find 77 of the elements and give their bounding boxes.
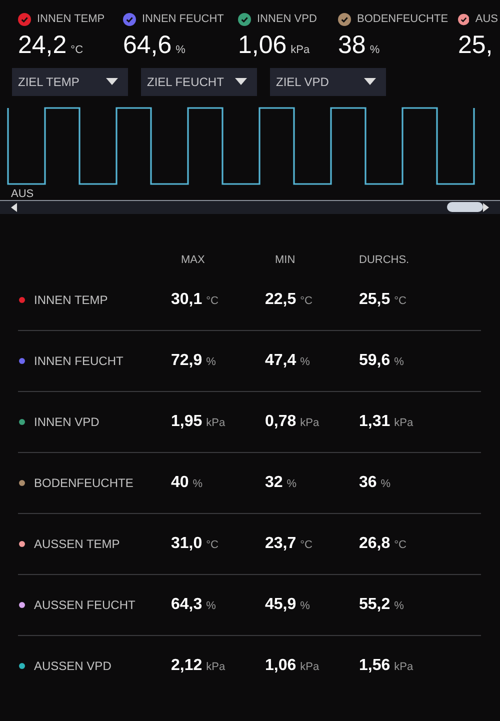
unit-label: kPa (206, 660, 226, 675)
stat-value: 23,7 (265, 534, 296, 554)
stat-value: 1,06 (265, 656, 296, 676)
stat-value: 0,78 (265, 412, 296, 432)
sensor-value: 24,2 (18, 30, 67, 60)
unit-label: % (176, 42, 186, 58)
left-arrow-icon[interactable] (11, 202, 17, 212)
sensor-label: AUS (475, 12, 498, 27)
stat-value: 22,5 (265, 290, 296, 310)
sensor-label: INNEN FEUCHT (142, 12, 224, 27)
unit-label: % (300, 598, 310, 614)
stat-value: 25,5 (359, 290, 390, 310)
stat-value: 72,9 (171, 350, 202, 370)
unit-label: % (206, 598, 216, 614)
sensor-value: 38 (338, 30, 366, 60)
unit-label: % (286, 476, 297, 492)
caret-icon (106, 78, 118, 85)
stat-value: 26,8 (359, 534, 390, 554)
row-label: AUSSEN FEUCHT (34, 596, 136, 614)
stat-value: 1,56 (359, 656, 390, 676)
unit-label: °C (394, 538, 406, 552)
stat-value: 64,3 (171, 594, 202, 614)
stat-value: 32 (265, 472, 283, 492)
scroll-thumb[interactable] (447, 202, 483, 212)
sensor-value: 64,6 (123, 30, 172, 60)
axis-label: AUS (10, 188, 34, 200)
unit-label: kPa (206, 416, 226, 430)
unit-label: °C (300, 294, 312, 308)
column-header: DURCHS. (359, 253, 410, 268)
sensor-label: INNEN VPD (257, 12, 317, 27)
stat-value: 1,31 (359, 412, 390, 432)
unit-label: % (370, 42, 380, 58)
scrollbar[interactable] (0, 200, 500, 214)
unit-label: °C (206, 294, 218, 308)
sensor-label: INNEN TEMP (37, 12, 105, 27)
stat-value: 47,4 (265, 350, 296, 370)
dropdown[interactable]: ZIEL FEUCHT (141, 68, 257, 96)
column-header: MIN (275, 253, 296, 268)
caret-icon (364, 78, 376, 85)
unit-label: % (300, 354, 310, 370)
unit-label: kPa (300, 416, 320, 430)
stat-value: 31,0 (171, 534, 202, 554)
stat-value: 45,9 (265, 594, 296, 614)
row-label: AUSSEN VPD (34, 658, 112, 675)
dropdown[interactable]: ZIEL TEMP (12, 68, 128, 96)
unit-label: % (394, 598, 404, 614)
sensor-value: 1,06 (238, 30, 287, 60)
unit-label: °C (206, 538, 218, 552)
stat-value: 59,6 (359, 350, 390, 370)
right-arrow-icon[interactable] (483, 202, 489, 212)
row-label: AUSSEN TEMP (34, 536, 120, 552)
stat-value: 1,95 (171, 412, 202, 432)
unit-label: kPa (300, 660, 320, 675)
unit-label: % (206, 354, 216, 370)
row-label: INNEN VPD (34, 414, 100, 430)
unit-label: °C (70, 42, 84, 58)
stat-value: 36 (359, 472, 377, 492)
stat-value: 2,12 (171, 656, 202, 676)
row-label: INNEN FEUCHT (34, 352, 124, 370)
row-label: BODENFEUCHTE (34, 474, 134, 492)
stat-value: 30,1 (171, 290, 202, 310)
row-label: INNEN TEMP (34, 292, 108, 308)
unit-label: kPa (394, 416, 414, 430)
unit-label: °C (300, 538, 312, 552)
unit-label: kPa (290, 42, 310, 58)
unit-label: % (192, 476, 203, 492)
dropdown[interactable]: ZIEL VPD (270, 68, 386, 96)
sensor-value: 25, (458, 30, 493, 60)
caret-icon (235, 78, 247, 85)
unit-label: % (380, 476, 391, 492)
sensor-label: BODENFEUCHTE (357, 12, 448, 27)
column-header: MAX (181, 253, 205, 268)
stat-value: 40 (171, 472, 189, 492)
unit-label: kPa (394, 660, 414, 675)
stat-value: 55,2 (359, 594, 390, 614)
unit-label: °C (394, 294, 406, 308)
unit-label: % (394, 354, 404, 370)
